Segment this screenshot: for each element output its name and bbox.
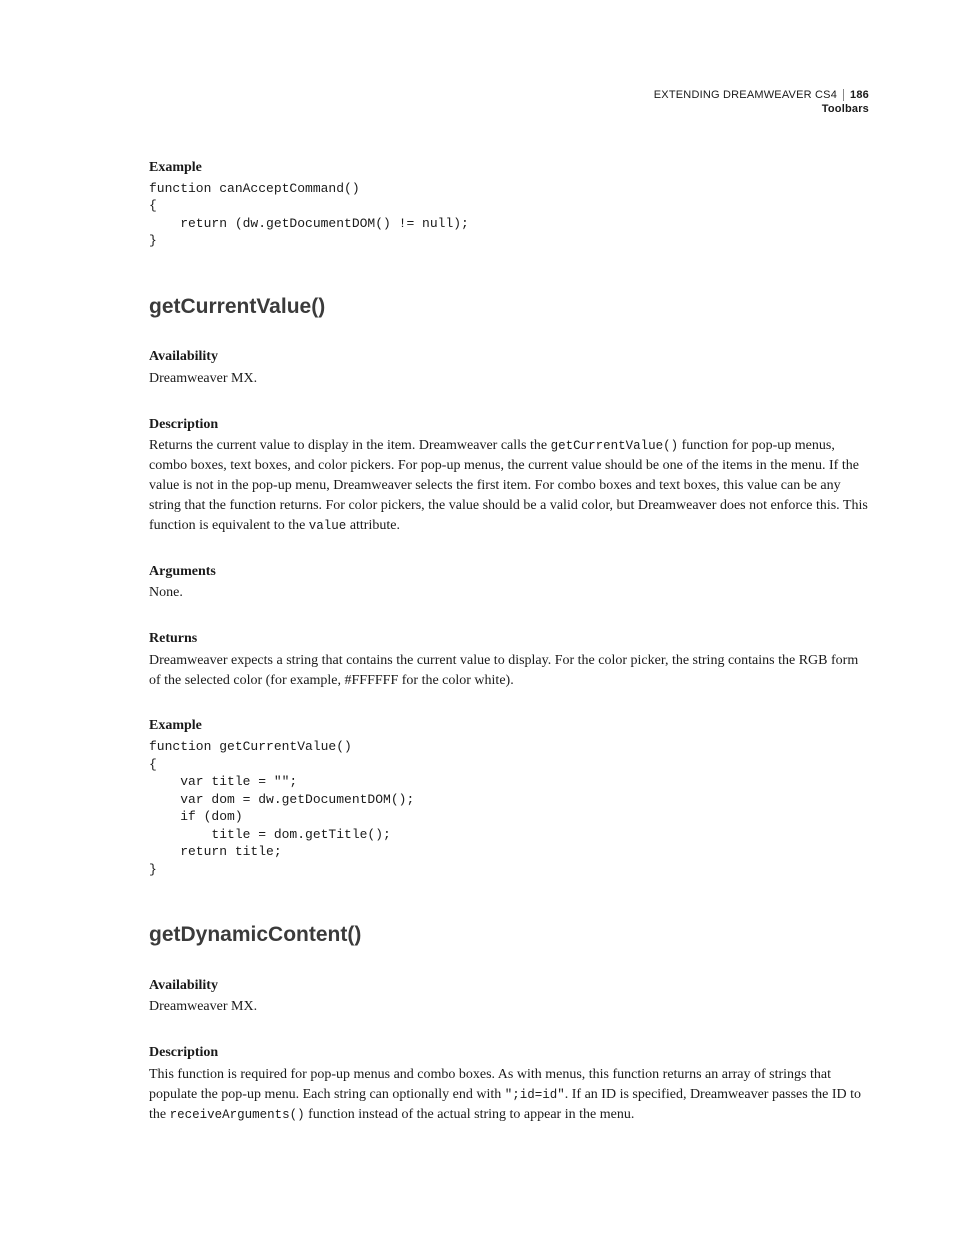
code-getcurrentvalue: function getCurrentValue() { var title =… (149, 738, 869, 878)
returns-text: Dreamweaver expects a string that contai… (149, 651, 869, 691)
description-label: Description (149, 415, 869, 435)
header-section: Toolbars (654, 102, 869, 116)
page-header: EXTENDING DREAMWEAVER CS4186 Toolbars (654, 88, 869, 117)
description-text-getcurrentvalue: Returns the current value to display in … (149, 436, 869, 535)
availability-text: Dreamweaver MX. (149, 997, 869, 1017)
description-text-getdynamiccontent: This function is required for pop-up men… (149, 1065, 869, 1125)
availability-label: Availability (149, 976, 869, 996)
code-can-accept-command: function canAcceptCommand() { return (dw… (149, 180, 869, 250)
availability-text: Dreamweaver MX. (149, 369, 869, 389)
arguments-label: Arguments (149, 562, 869, 582)
arguments-text: None. (149, 583, 869, 603)
inline-code: ";id=id" (505, 1088, 565, 1102)
heading-getcurrentvalue: getCurrentValue() (149, 292, 869, 321)
header-doc-title: EXTENDING DREAMWEAVER CS4186 (654, 88, 869, 102)
page-content: Example function canAcceptCommand() { re… (149, 88, 869, 1124)
example-label: Example (149, 158, 869, 178)
inline-code: value (309, 519, 347, 533)
returns-label: Returns (149, 629, 869, 649)
description-label: Description (149, 1043, 869, 1063)
inline-code: receiveArguments() (170, 1108, 305, 1122)
example-label: Example (149, 716, 869, 736)
heading-getdynamiccontent: getDynamicContent() (149, 920, 869, 949)
availability-label: Availability (149, 347, 869, 367)
page-number: 186 (843, 89, 869, 101)
inline-code: getCurrentValue() (551, 439, 679, 453)
